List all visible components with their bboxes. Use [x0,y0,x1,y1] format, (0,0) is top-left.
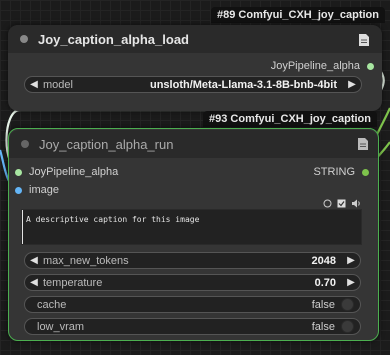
model-combo[interactable]: ◀ model unsloth/Meta-Llama-3.1-8B-bnb-4b… [24,76,362,93]
widget-label: temperature [43,276,103,289]
output-slot-string[interactable]: STRING [313,166,369,178]
collapse-toggle[interactable] [21,140,29,148]
prompt-text: A descriptive caption for this image [26,215,200,224]
toggle-knob[interactable] [341,298,354,311]
document-icon[interactable] [357,136,369,155]
output-label: STRING [313,166,355,178]
output-dot[interactable] [367,62,374,70]
speaker-icon[interactable] [351,199,362,208]
widget-value: 0.70 [314,276,336,289]
node-badge-run: #93 Comfyui_CXH_joy_caption [203,111,377,127]
input-slot-image[interactable]: image [15,184,59,196]
decrement-arrow[interactable]: ◀ [25,255,43,266]
temperature-number[interactable]: ◀ temperature 0.70 ▶ [24,274,361,291]
max-new-tokens-number[interactable]: ◀ max_new_tokens 2048 ▶ [24,252,361,269]
widget-label: low_vram [37,320,85,333]
low-vram-toggle[interactable]: low_vram false [24,318,361,335]
checkbox-icon[interactable] [337,199,346,208]
node-joy-caption-load[interactable]: Joy_caption_alpha_load JoyPipeline_alpha… [8,25,382,111]
decrement-arrow[interactable]: ◀ [25,277,43,288]
widget-value: false [311,298,335,311]
widget-value: false [311,320,335,333]
cache-toggle[interactable]: cache false [24,296,361,313]
output-dot[interactable] [362,168,369,176]
node-header[interactable]: Joy_caption_alpha_load [8,25,382,53]
node-title: Joy_caption_alpha_run [39,136,174,152]
widget-label: model [43,78,73,91]
document-icon[interactable] [358,32,370,51]
input-dot[interactable] [15,186,22,194]
widget-value: unsloth/Meta-Llama-3.1-8B-bnb-4bit [149,78,337,91]
toggle-knob[interactable] [341,320,354,333]
input-slot-pipeline[interactable]: JoyPipeline_alpha [15,166,118,178]
widget-label: max_new_tokens [43,254,129,267]
node-header[interactable]: Joy_caption_alpha_run [9,130,378,158]
text-caret [22,210,23,244]
input-dot[interactable] [15,168,22,176]
output-slot-pipeline[interactable]: JoyPipeline_alpha [271,60,374,72]
widget-value: 2048 [311,254,336,267]
increment-arrow[interactable]: ▶ [342,277,360,288]
increment-arrow[interactable]: ▶ [342,255,360,266]
prompt-textarea[interactable]: A descriptive caption for this image [21,209,362,245]
textarea-tools [323,199,362,208]
radio-icon[interactable] [323,199,332,208]
input-label: JoyPipeline_alpha [29,166,119,178]
increment-arrow[interactable]: ▶ [343,79,361,90]
node-joy-caption-run[interactable]: Joy_caption_alpha_run JoyPipeline_alpha … [8,128,379,341]
decrement-arrow[interactable]: ◀ [25,79,43,90]
collapse-toggle[interactable] [20,35,28,43]
output-label: JoyPipeline_alpha [270,60,360,72]
node-title: Joy_caption_alpha_load [38,31,189,47]
node-badge-load: #89 Comfyui_CXH_joy_caption [211,7,385,23]
widget-label: cache [37,298,67,311]
input-label: image [29,184,59,196]
